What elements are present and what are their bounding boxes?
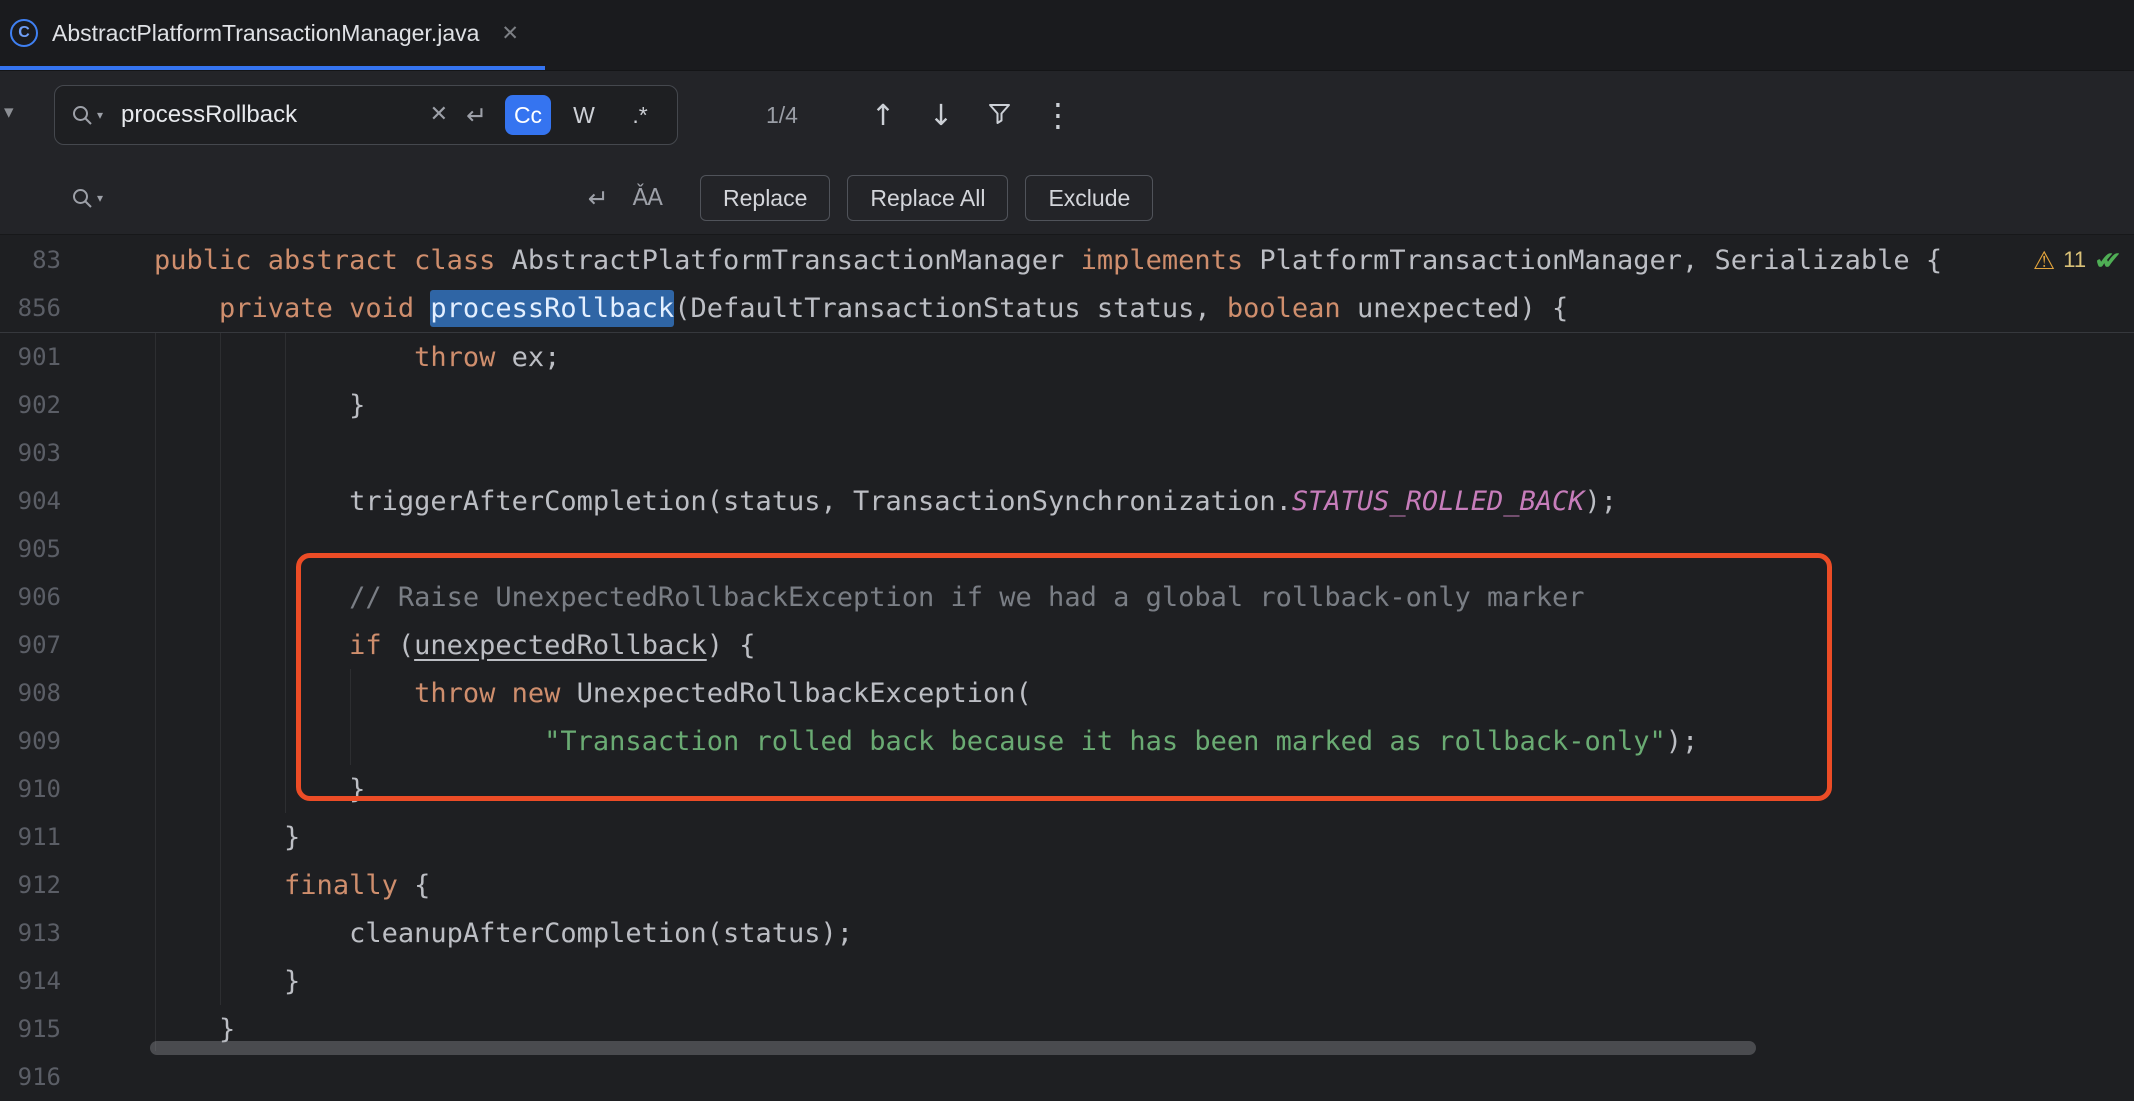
code-line-856[interactable]: 856 private void processRollback(Default… [0, 284, 2134, 332]
replace-all-button[interactable]: Replace All [847, 175, 1008, 221]
code-text: } [154, 390, 365, 421]
code-line-912[interactable]: 912 finally { [0, 861, 2134, 909]
code-text: "Transaction rolled back because it has … [154, 726, 1698, 757]
find-replace-panel: ▾ ▾ processRollback ✕ ↵ CcW.* 1/4 ↑ ↓ ⋮ … [0, 70, 2134, 235]
java-class-icon: C [10, 19, 38, 47]
line-number: 901 [0, 343, 61, 371]
code-text: throw ex; [154, 342, 560, 373]
code-line-914[interactable]: 914 } [0, 957, 2134, 1005]
horizontal-scrollbar[interactable] [150, 1041, 1756, 1055]
replace-history-chevron-icon[interactable]: ▾ [97, 191, 103, 205]
search-nav: ↑ ↓ ⋮ [868, 85, 1072, 145]
exclude-button[interactable]: Exclude [1025, 175, 1153, 221]
code-line-83[interactable]: 83 public abstract class AbstractPlatform… [0, 236, 2134, 284]
code-text: public abstract class AbstractPlatformTr… [154, 245, 1942, 276]
line-number: 915 [0, 1015, 61, 1043]
code-line-903[interactable]: 903 [0, 429, 2134, 477]
code-line-909[interactable]: 909 "Transaction rolled back because it … [0, 717, 2134, 765]
search-match-highlight: processRollback [430, 290, 674, 327]
code-editor[interactable]: 901 throw ex;902 }903904 triggerAfterCom… [0, 333, 2134, 1101]
indent-guide [220, 333, 221, 1005]
replace-button[interactable]: Replace [700, 175, 830, 221]
tab-title: AbstractPlatformTransactionManager.java [52, 20, 479, 47]
line-number: 856 [0, 294, 61, 322]
preserve-case-icon[interactable]: ǍA [633, 187, 662, 210]
line-number: 909 [0, 727, 61, 755]
line-number: 902 [0, 391, 61, 419]
code-line-906[interactable]: 906 // Raise UnexpectedRollbackException… [0, 573, 2134, 621]
code-text: } [154, 966, 300, 997]
indent-guide [155, 333, 156, 1051]
tab-close-icon[interactable]: ✕ [501, 21, 519, 45]
code-line-908[interactable]: 908 throw new UnexpectedRollbackExceptio… [0, 669, 2134, 717]
newline-icon[interactable]: ↵ [588, 186, 609, 211]
search-field[interactable]: ▾ processRollback ✕ ↵ CcW.* [54, 85, 678, 145]
more-options-icon[interactable]: ⋮ [1042, 99, 1072, 131]
code-line-913[interactable]: 913 cleanupAfterCompletion(status); [0, 909, 2134, 957]
code-line-905[interactable]: 905 [0, 525, 2134, 573]
line-number: 904 [0, 487, 61, 515]
indent-guide [285, 333, 286, 813]
code-line-910[interactable]: 910 } [0, 765, 2134, 813]
line-number: 916 [0, 1063, 61, 1091]
clear-search-icon[interactable]: ✕ [430, 104, 448, 126]
inspection-widget[interactable]: ⚠ 11 ✔✔ [2033, 236, 2122, 284]
line-number: 912 [0, 871, 61, 899]
line-number: 907 [0, 631, 61, 659]
line-number: 83 [0, 246, 61, 274]
line-number: 906 [0, 583, 61, 611]
search-input[interactable]: processRollback [121, 101, 412, 129]
code-line-901[interactable]: 901 throw ex; [0, 333, 2134, 381]
newline-icon[interactable]: ↵ [466, 103, 487, 128]
code-text: finally { [154, 870, 430, 901]
editor-tab-bar: C AbstractPlatformTransactionManager.jav… [0, 0, 2134, 70]
line-number: 905 [0, 535, 61, 563]
search-history-chevron-icon[interactable]: ▾ [97, 108, 103, 122]
toggle-match-case[interactable]: Cc [505, 95, 551, 135]
code-text: // Raise UnexpectedRollbackException if … [154, 582, 1585, 613]
replace-icon: ▾ [71, 187, 103, 210]
search-icon: ▾ [71, 104, 103, 127]
code-text: private void processRollback(DefaultTran… [154, 293, 1568, 324]
code-line-904[interactable]: 904 triggerAfterCompletion(status, Trans… [0, 477, 2134, 525]
code-line-911[interactable]: 911 } [0, 813, 2134, 861]
match-counter: 1/4 [740, 85, 824, 145]
code-text: } [154, 1014, 235, 1045]
sticky-lines-panel: 83 public abstract class AbstractPlatform… [0, 236, 2134, 333]
next-match-button[interactable]: ↓ [926, 101, 956, 130]
warning-icon: ⚠ [2033, 246, 2055, 275]
replace-action-buttons: Replace Replace All Exclude [700, 175, 1153, 221]
checks-passed-icon: ✔✔ [2094, 246, 2122, 275]
line-number: 911 [0, 823, 61, 851]
code-text: } [154, 774, 365, 805]
code-text: triggerAfterCompletion(status, Transacti… [154, 486, 1617, 517]
code-line-916[interactable]: 916 [0, 1053, 2134, 1101]
toggle-words[interactable]: W [561, 95, 607, 135]
indent-guide [350, 669, 351, 765]
line-number: 910 [0, 775, 61, 803]
code-line-902[interactable]: 902 } [0, 381, 2134, 429]
line-number: 903 [0, 439, 61, 467]
collapse-chevron-icon[interactable]: ▾ [4, 101, 14, 123]
line-number: 913 [0, 919, 61, 947]
line-number: 914 [0, 967, 61, 995]
code-text: if (unexpectedRollback) { [154, 630, 756, 661]
line-number: 908 [0, 679, 61, 707]
replace-field[interactable]: ▾ ↵ ǍA [54, 168, 678, 228]
previous-match-button[interactable]: ↑ [868, 101, 898, 130]
warning-count: 11 [2063, 247, 2086, 273]
code-text: } [154, 822, 300, 853]
tab-file[interactable]: C AbstractPlatformTransactionManager.jav… [0, 0, 545, 70]
code-text: cleanupAfterCompletion(status); [154, 918, 853, 949]
filter-icon[interactable] [984, 99, 1014, 131]
toggle-regex[interactable]: .* [617, 95, 663, 135]
search-toggles: CcW.* [505, 95, 663, 135]
code-line-907[interactable]: 907 if (unexpectedRollback) { [0, 621, 2134, 669]
